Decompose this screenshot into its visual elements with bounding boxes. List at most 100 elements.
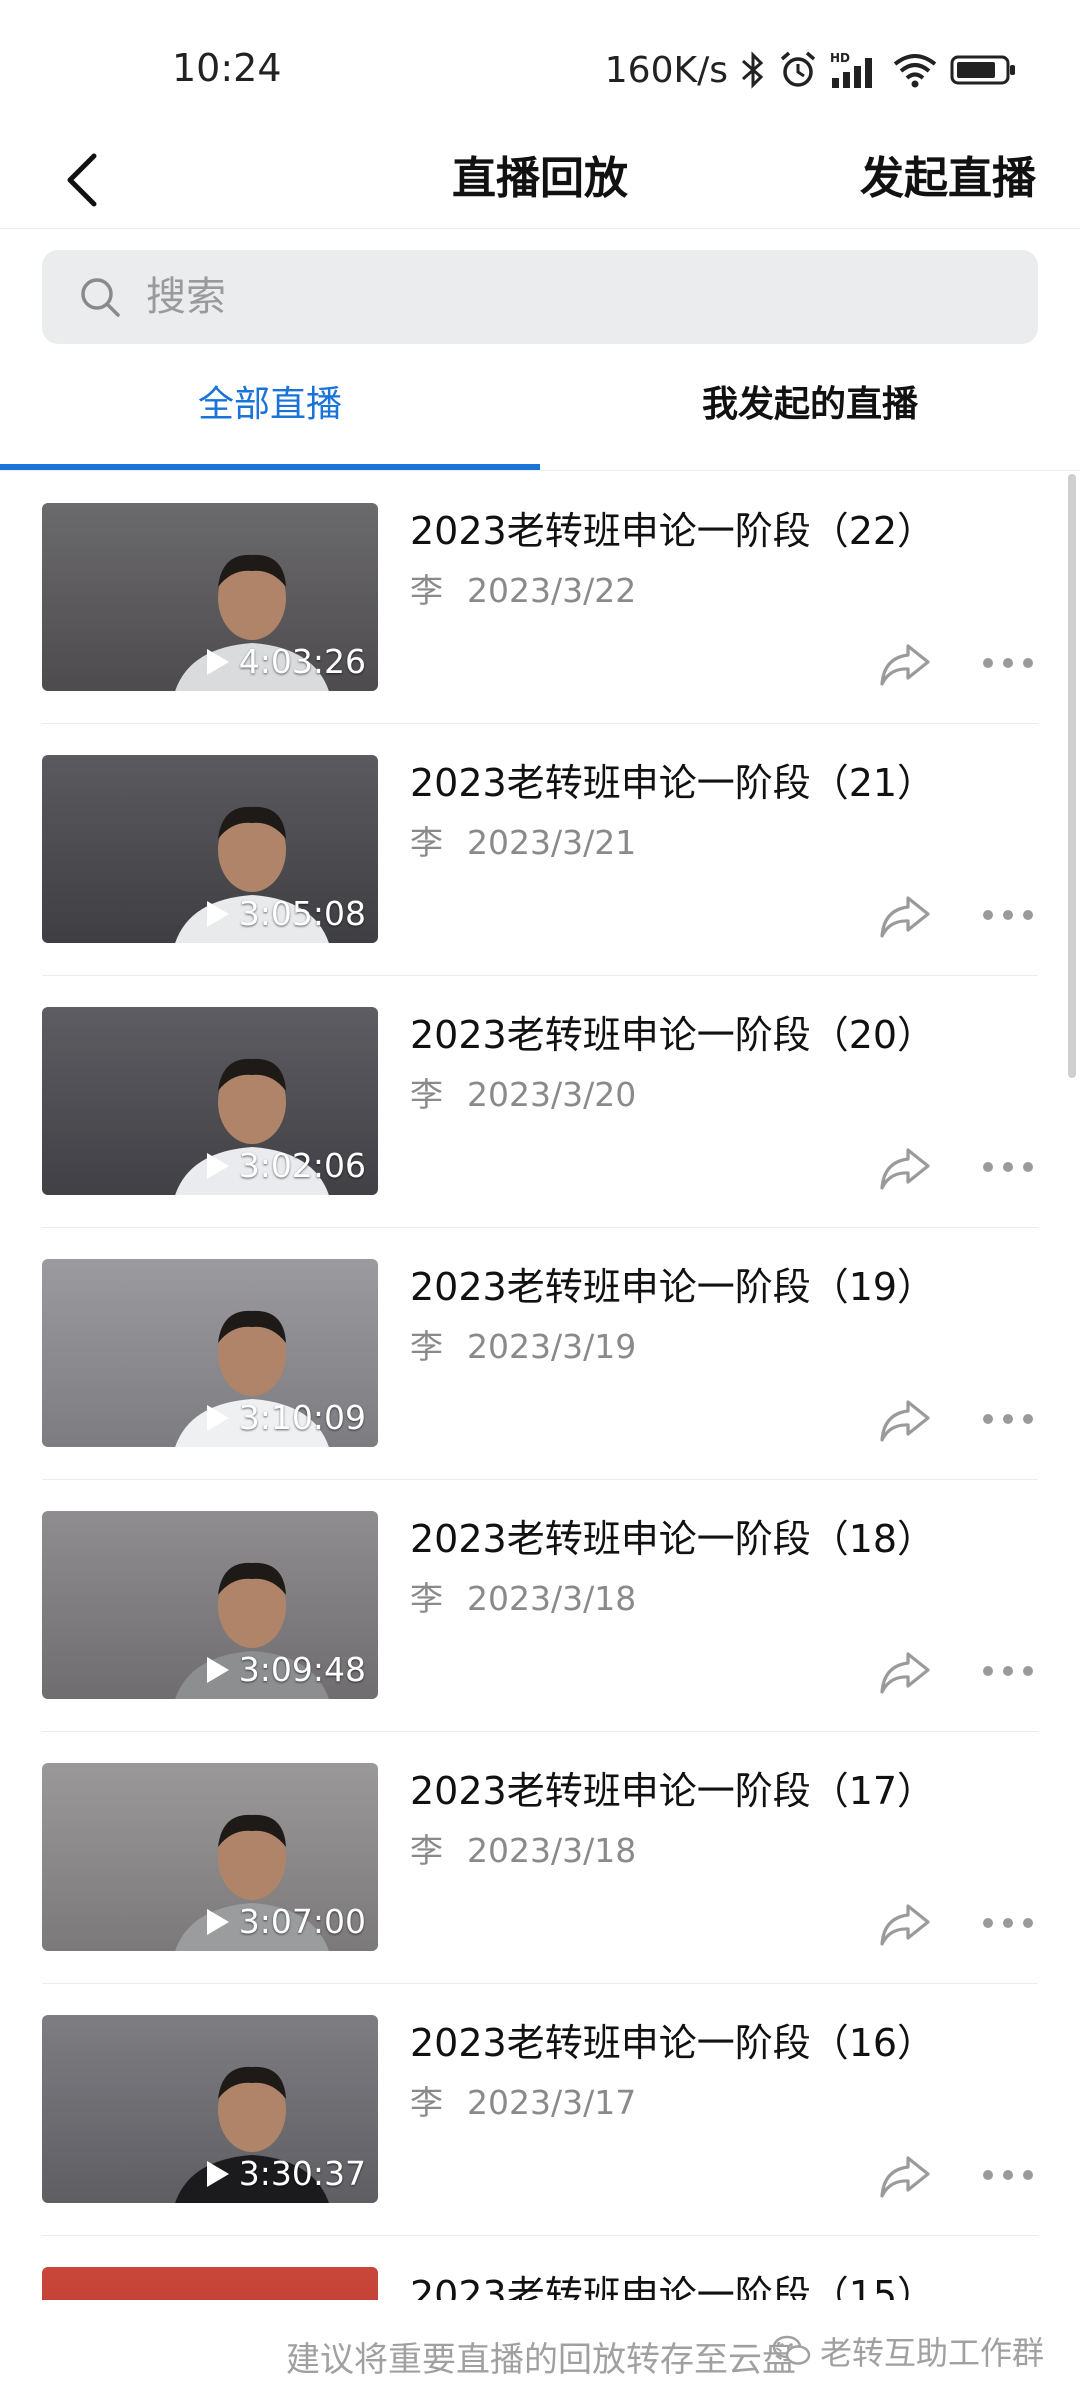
play-icon: [206, 1656, 229, 1683]
list-item[interactable]: 3:07:00 2023老转班申论一阶段（17） 李 2023/3/18: [0, 1732, 1080, 1984]
video-thumbnail[interactable]: 3:05:08: [42, 755, 378, 943]
video-title[interactable]: 2023老转班申论一阶段（16）: [410, 2012, 935, 2067]
video-meta: 李 2023/3/17: [410, 2076, 636, 2124]
list-item[interactable]: 3:09:48 2023老转班申论一阶段（18） 李 2023/3/18: [0, 1480, 1080, 1732]
active-tab-indicator: [0, 464, 540, 470]
wechat-icon: [772, 2335, 811, 2365]
search-icon: [81, 278, 120, 317]
video-title[interactable]: 2023老转班申论一阶段（20）: [410, 1004, 935, 1059]
video-duration: 4:03:26: [238, 642, 366, 681]
video-duration: 3:05:08: [238, 894, 366, 933]
video-thumbnail[interactable]: 3:02:06: [42, 1007, 378, 1195]
footer: 建议将重要直播的回放转存至云盘 老转互助工作群: [0, 2300, 1080, 2400]
more-options-icon[interactable]: [980, 900, 1036, 930]
video-duration: 3:02:06: [238, 1146, 366, 1185]
start-live-button[interactable]: 发起直播: [860, 142, 1036, 206]
duration-badge: 4:03:26: [205, 642, 366, 681]
video-meta: 李 2023/3/18: [410, 1572, 636, 1620]
duration-badge: 3:30:37: [205, 2154, 366, 2193]
share-icon[interactable]: [876, 1900, 932, 1950]
nav-bar: 直播回放 发起直播: [0, 130, 1080, 229]
video-author: 李: [410, 1075, 443, 1114]
video-author: 李: [410, 1327, 443, 1366]
share-icon[interactable]: [876, 2152, 932, 2202]
video-duration: 3:07:00: [238, 1902, 366, 1941]
duration-badge: 3:09:48: [205, 1650, 366, 1689]
video-title[interactable]: 2023老转班申论一阶段（17）: [410, 1760, 935, 1815]
video-thumbnail[interactable]: 3:10:09: [42, 1259, 378, 1447]
status-icons: 160K/s HD: [605, 44, 1016, 96]
hd-signal-icon: HD: [830, 51, 872, 88]
more-options-icon[interactable]: [980, 648, 1036, 678]
duration-badge: 3:10:09: [205, 1398, 366, 1437]
video-author: 李: [410, 1579, 443, 1618]
play-icon: [206, 2160, 229, 2187]
video-date: 2023/3/19: [467, 1327, 637, 1366]
video-thumbnail[interactable]: 3:09:48: [42, 1511, 378, 1699]
video-title[interactable]: 2023老转班申论一阶段（21）: [410, 752, 935, 807]
bluetooth-icon: [742, 51, 764, 89]
play-icon: [206, 648, 229, 675]
share-icon[interactable]: [876, 1144, 932, 1194]
duration-badge: 3:02:06: [205, 1146, 366, 1185]
more-options-icon[interactable]: [980, 1656, 1036, 1686]
list-item[interactable]: 3:05:08 2023老转班申论一阶段（21） 李 2023/3/21: [0, 724, 1080, 976]
list-item[interactable]: 2023老转班申论一阶段（15）: [0, 2236, 1080, 2300]
share-icon[interactable]: [876, 1648, 932, 1698]
play-icon: [206, 1908, 229, 1935]
network-speed: 160K/s: [604, 49, 728, 91]
watermark: 老转互助工作群: [772, 2328, 1044, 2374]
scrollbar[interactable]: [1068, 474, 1076, 1078]
more-options-icon[interactable]: [980, 1404, 1036, 1434]
wifi-icon: [893, 54, 937, 88]
video-author: 李: [410, 1831, 443, 1870]
search-bar[interactable]: [42, 250, 1038, 344]
video-thumbnail[interactable]: 3:30:37: [42, 2015, 378, 2203]
video-title[interactable]: 2023老转班申论一阶段（18）: [410, 1508, 935, 1563]
share-icon[interactable]: [876, 640, 932, 690]
video-date: 2023/3/17: [467, 2083, 637, 2122]
video-date: 2023/3/18: [467, 1579, 637, 1618]
video-thumbnail[interactable]: 4:03:26: [42, 503, 378, 691]
status-time: 10:24: [172, 46, 282, 90]
video-duration: 3:10:09: [238, 1398, 366, 1437]
share-icon[interactable]: [876, 892, 932, 942]
replay-list[interactable]: 4:03:26 2023老转班申论一阶段（22） 李 2023/3/22 3:0…: [0, 472, 1080, 2300]
video-meta: 李 2023/3/20: [410, 1068, 636, 1116]
more-options-icon[interactable]: [980, 1908, 1036, 1938]
video-thumbnail[interactable]: [42, 2267, 378, 2300]
share-icon[interactable]: [876, 1396, 932, 1446]
more-options-icon[interactable]: [980, 2160, 1036, 2190]
video-meta: 李 2023/3/21: [410, 816, 636, 864]
duration-badge: 3:07:00: [205, 1902, 366, 1941]
video-date: 2023/3/21: [467, 823, 637, 862]
alarm-icon: [780, 51, 816, 87]
list-item[interactable]: 3:10:09 2023老转班申论一阶段（19） 李 2023/3/19: [0, 1228, 1080, 1480]
list-item[interactable]: 3:02:06 2023老转班申论一阶段（20） 李 2023/3/20: [0, 976, 1080, 1228]
video-meta: 李 2023/3/19: [410, 1320, 636, 1368]
tab-all-live[interactable]: 全部直播: [0, 360, 540, 470]
play-icon: [206, 1152, 229, 1179]
tab-bar: 全部直播 我发起的直播: [0, 360, 1080, 471]
svg-text:HD: HD: [830, 51, 850, 65]
watermark-text: 老转互助工作群: [819, 2334, 1044, 2372]
more-options-icon[interactable]: [980, 1152, 1036, 1182]
list-item[interactable]: 3:30:37 2023老转班申论一阶段（16） 李 2023/3/17: [0, 1984, 1080, 2236]
video-title[interactable]: 2023老转班申论一阶段（19）: [410, 1256, 935, 1311]
list-item[interactable]: 4:03:26 2023老转班申论一阶段（22） 李 2023/3/22: [0, 472, 1080, 724]
video-title[interactable]: 2023老转班申论一阶段（15）: [410, 2264, 935, 2300]
status-bar: 10:24 160K/s HD: [0, 0, 1080, 130]
video-duration: 3:30:37: [238, 2154, 366, 2193]
video-author: 李: [410, 2083, 443, 2122]
battery-icon: [950, 55, 1015, 85]
tab-my-live[interactable]: 我发起的直播: [540, 360, 1080, 470]
video-author: 李: [410, 571, 443, 610]
video-meta: 李 2023/3/22: [410, 564, 636, 612]
search-input[interactable]: [144, 273, 968, 321]
duration-badge: 3:05:08: [205, 894, 366, 933]
video-thumbnail[interactable]: 3:07:00: [42, 1763, 378, 1951]
thumbnail-image: [42, 2267, 378, 2300]
video-date: 2023/3/20: [467, 1075, 637, 1114]
video-title[interactable]: 2023老转班申论一阶段（22）: [410, 500, 935, 555]
video-date: 2023/3/18: [467, 1831, 637, 1870]
